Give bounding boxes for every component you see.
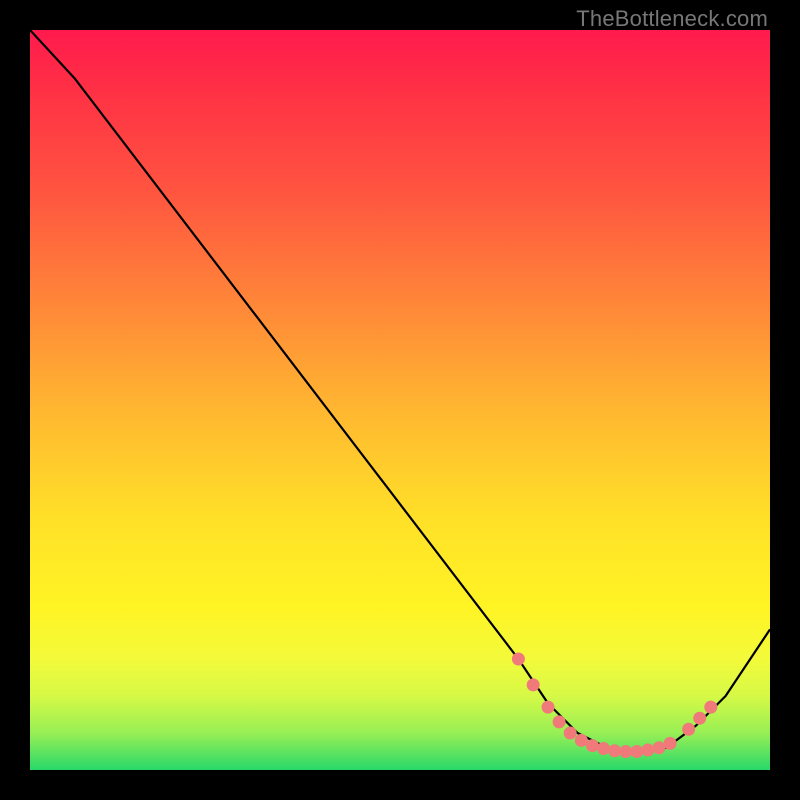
highlight-dot — [527, 678, 540, 691]
highlight-dot — [704, 701, 717, 714]
highlight-dot — [608, 744, 621, 757]
highlight-dot — [512, 653, 525, 666]
highlight-dot — [630, 745, 643, 758]
highlight-dot — [597, 742, 610, 755]
curve-svg — [30, 30, 770, 770]
highlight-dot — [664, 737, 677, 750]
watermark-text: TheBottleneck.com — [576, 6, 768, 32]
highlight-dot — [542, 701, 555, 714]
highlight-dot — [564, 727, 577, 740]
highlight-dot — [653, 741, 666, 754]
highlight-dot — [619, 745, 632, 758]
highlight-dot — [682, 723, 695, 736]
highlight-dot — [586, 739, 599, 752]
highlight-dot — [553, 715, 566, 728]
highlight-dots — [512, 653, 717, 759]
highlight-dot — [575, 734, 588, 747]
plot-area — [30, 30, 770, 770]
bottleneck-curve — [30, 30, 770, 752]
highlight-dot — [693, 712, 706, 725]
highlight-dot — [641, 744, 654, 757]
chart-frame: TheBottleneck.com — [0, 0, 800, 800]
